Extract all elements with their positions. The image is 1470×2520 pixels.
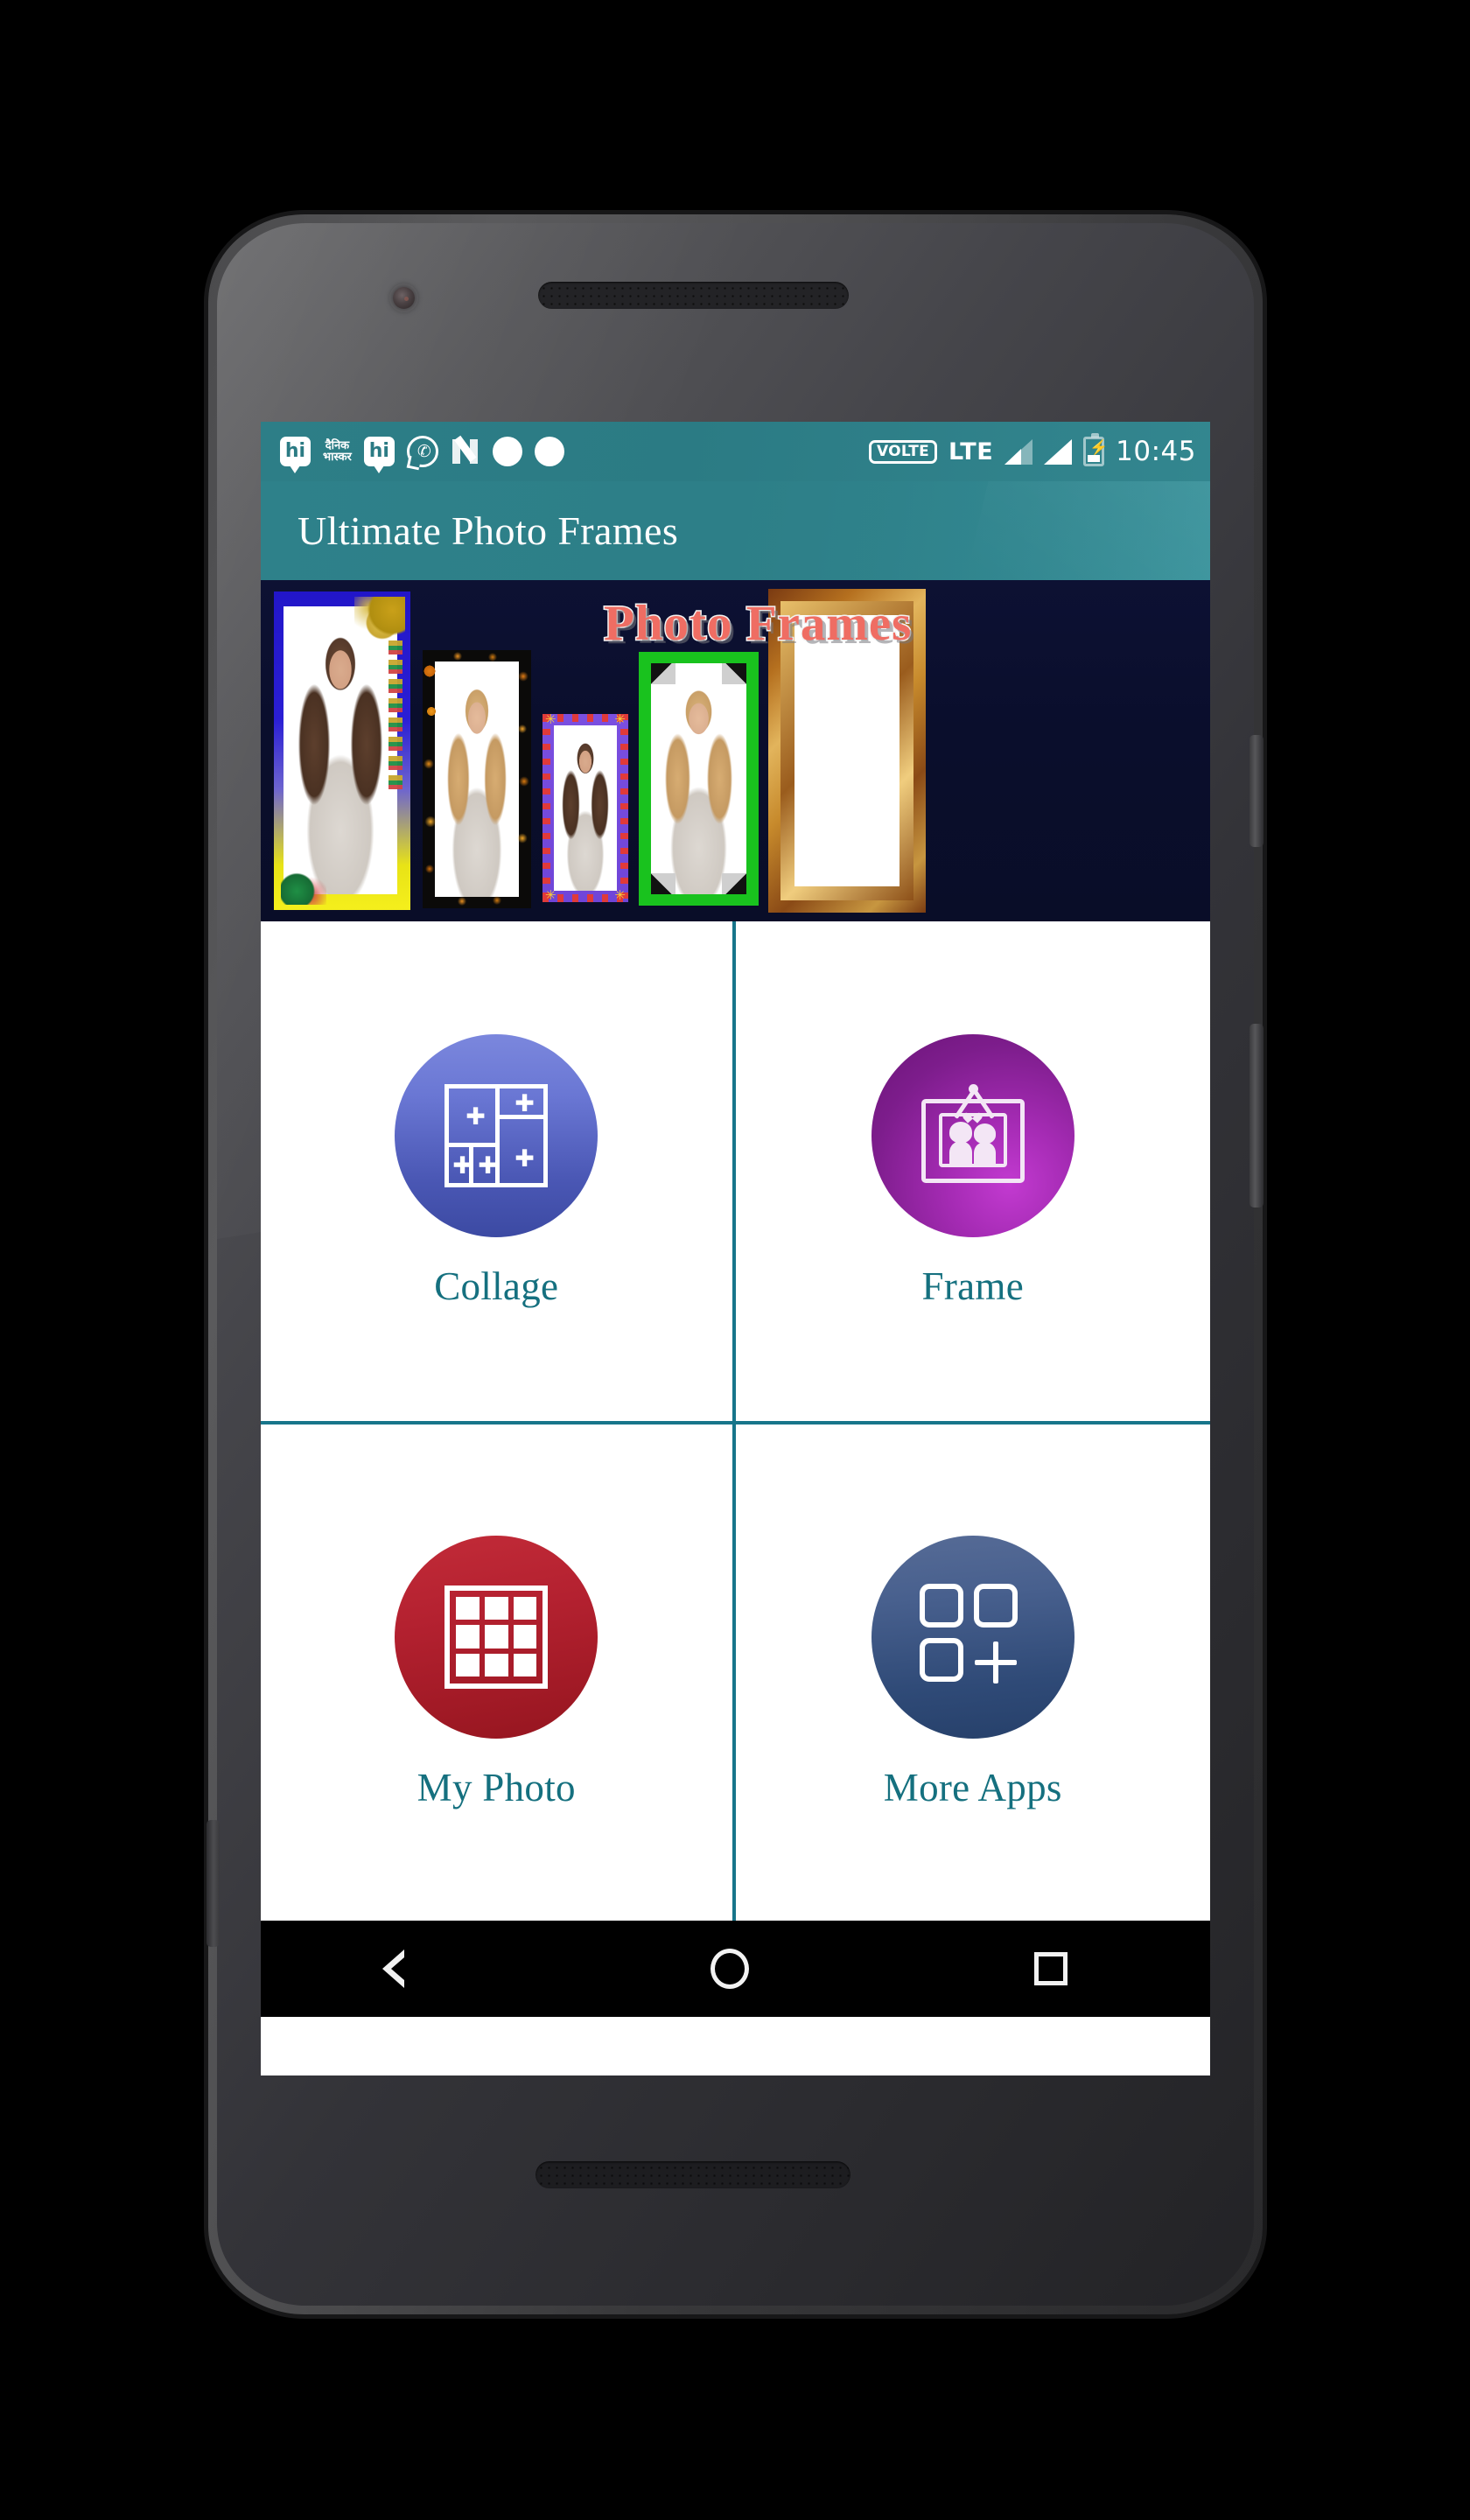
heart-icon <box>967 1111 979 1122</box>
menu-item-my-photo[interactable]: My Photo <box>261 1421 736 1921</box>
front-camera-icon <box>393 287 415 309</box>
star-corner-tr-icon: ✳ <box>614 714 626 727</box>
promo-banner[interactable]: Photo Frames ✳ ✳ ✳ ✳ <box>261 580 1210 921</box>
left-side-button[interactable] <box>206 1820 220 1947</box>
whatsapp-icon: ✆ <box>406 436 438 467</box>
volte-badge: VOLTE <box>869 439 938 464</box>
network-type-label: LTE <box>948 438 994 466</box>
photo-grid-cells <box>456 1596 537 1677</box>
frame-nail-icon <box>968 1083 978 1094</box>
hike-glyph-2: hi <box>368 440 389 462</box>
person-1-body-icon <box>948 1140 972 1167</box>
apps-plus-glyph <box>919 1583 1026 1690</box>
status-bar-notifications: hi दैनिक भास्कर hi ✆ <box>280 435 564 473</box>
volume-rocker-button[interactable] <box>1250 1024 1264 1208</box>
banner-frame-black-autumn <box>423 650 531 908</box>
collage-glyph: ✚ ✚ ✚ ✚ ✚ <box>444 1083 549 1187</box>
dainik-bhaskar-icon: दैनिक भास्कर <box>323 440 352 463</box>
whatsapp-glyph: ✆ <box>416 443 431 461</box>
menu-item-more-apps-label: More Apps <box>883 1765 1062 1810</box>
star-corner-br-icon: ✳ <box>614 888 626 902</box>
picture-frame-glyph <box>918 1083 1028 1186</box>
lace-corner-br-icon <box>722 873 746 894</box>
screenshot-stage: hi दैनिक भास्कर hi ✆ VOLTE LTE ⚡ 10:45 U… <box>0 0 1470 2520</box>
lace-corner-tl-icon <box>651 663 676 684</box>
power-button[interactable] <box>1250 735 1264 847</box>
banner-photo-2 <box>435 662 519 897</box>
hike-glyph: hi <box>284 440 306 462</box>
picture-frame-icon <box>871 1033 1074 1237</box>
battery-bolt-glyph: ⚡ <box>1089 439 1109 456</box>
floral-edge-decoration-icon <box>388 640 402 789</box>
pearl-border-decoration-icon <box>639 652 759 906</box>
android-nougat-icon <box>451 435 480 466</box>
star-corner-bl-icon: ✳ <box>545 888 556 902</box>
back-triangle-icon[interactable] <box>382 1950 425 1988</box>
main-menu-grid: ✚ ✚ ✚ ✚ ✚ Collage Frame My Photo More Ap… <box>261 921 1210 1921</box>
menu-item-more-apps[interactable]: More Apps <box>735 1421 1210 1921</box>
photo-grid-icon <box>395 1535 598 1739</box>
status-bar-clock: 10:45 <box>1116 436 1196 467</box>
notification-dot-icon <box>492 437 522 466</box>
phone-screen: hi दैनिक भास्कर hi ✆ VOLTE LTE ⚡ 10:45 U… <box>261 422 1210 2076</box>
menu-item-frame[interactable]: Frame <box>736 921 1211 1421</box>
menu-item-collage-label: Collage <box>434 1264 559 1308</box>
banner-photo-5 <box>794 615 900 886</box>
android-navigation-bar <box>261 1921 1210 2017</box>
earpiece-speaker-grille <box>538 282 849 309</box>
person-2-head-icon <box>973 1123 996 1144</box>
signal-bars-icon-sim2 <box>1044 438 1073 465</box>
notification-dot-icon-2 <box>534 437 564 466</box>
hike-messenger-icon-2: hi <box>363 437 395 473</box>
home-circle-icon[interactable] <box>710 1949 749 1989</box>
banner-frame-purple-stars: ✳ ✳ ✳ ✳ <box>542 714 628 902</box>
menu-item-frame-label: Frame <box>921 1264 1024 1308</box>
app-bar: Ultimate Photo Frames <box>261 481 1210 580</box>
menu-item-collage[interactable]: ✚ ✚ ✚ ✚ ✚ Collage <box>261 921 736 1421</box>
star-corner-tl-icon: ✳ <box>545 714 556 727</box>
collage-grid-icon: ✚ ✚ ✚ ✚ ✚ <box>395 1033 598 1237</box>
page-title: Ultimate Photo Frames <box>298 508 679 553</box>
star-border-decoration-icon <box>542 714 628 902</box>
person-2-body-icon <box>973 1141 996 1167</box>
apps-plus-icon <box>871 1535 1074 1739</box>
floral-bottom-decoration-icon <box>281 859 326 905</box>
banner-frame-blue-floral <box>274 592 410 910</box>
lace-corner-tr-icon <box>722 663 746 684</box>
banner-frame-green-pearls <box>639 652 759 906</box>
lace-corner-bl-icon <box>651 873 676 894</box>
hike-messenger-icon: hi <box>280 437 311 473</box>
menu-item-my-photo-label: My Photo <box>416 1765 576 1810</box>
status-bar: hi दैनिक भास्कर hi ✆ VOLTE LTE ⚡ 10:45 <box>261 422 1210 481</box>
photo-grid-glyph <box>444 1585 549 1689</box>
battery-charging-icon: ⚡ <box>1083 433 1108 466</box>
banner-title: Photo Frames <box>602 595 913 653</box>
person-1-head-icon <box>948 1121 972 1143</box>
bottom-speaker-grille <box>536 2161 850 2188</box>
recents-square-icon[interactable] <box>1034 1952 1068 1985</box>
status-bar-system: VOLTE LTE ⚡ 10:45 <box>869 433 1196 467</box>
signal-bars-icon-sim1 <box>1004 438 1033 465</box>
dainik-line-2: भास्कर <box>323 451 352 464</box>
